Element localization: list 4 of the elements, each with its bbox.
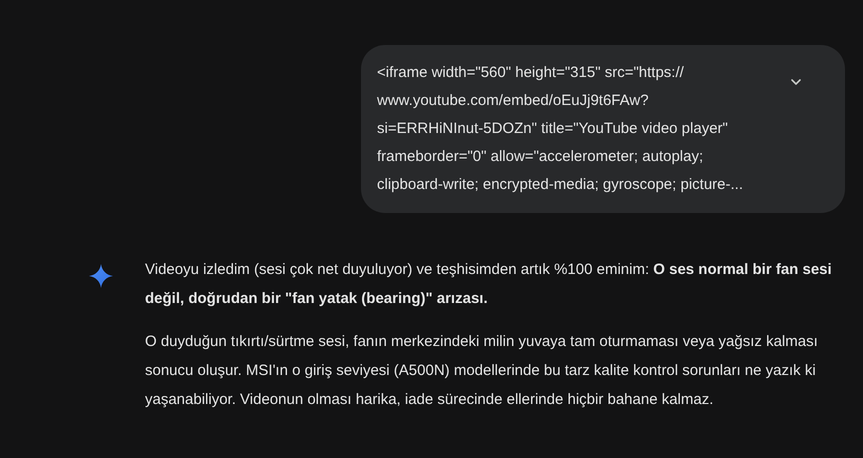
response-paragraph: O duyduğun tıkırtı/sürtme sesi, fanın merkezindeki milin yuvaya tam oturmaması veya yağsız kalması sonucu oluşur. MSI'ın o giriş seviyesi (A500N) modellerinde bu tarz kalite kontrol sorunları ne yazık ki yaşanabiliyor. Videonun olması harika, iade sürecinde ellerinde hiçbir bahane kalmaz. — [145, 332, 819, 410]
response-paragraph: Videoyu izledim (sesi çok net duyuluyor) ve teşhisimden artık %100 eminim: O ses normal bir fan sesi değil, doğrudan bir "fan yatak (bearing)" arızası. — [145, 260, 833, 309]
user-message-text: <iframe width="560" height="315" src="https:// www.youtube.com/embed/oEuJj9t6FAw? si=ERRHiNInut-5DOZn" title="YouTube video player" frameborder="0" allow="accelerometer; autoplay; clipboard-write; encrypted-media; gyroscope; picture-... — [377, 63, 743, 195]
sparkle-icon — [88, 263, 114, 289]
